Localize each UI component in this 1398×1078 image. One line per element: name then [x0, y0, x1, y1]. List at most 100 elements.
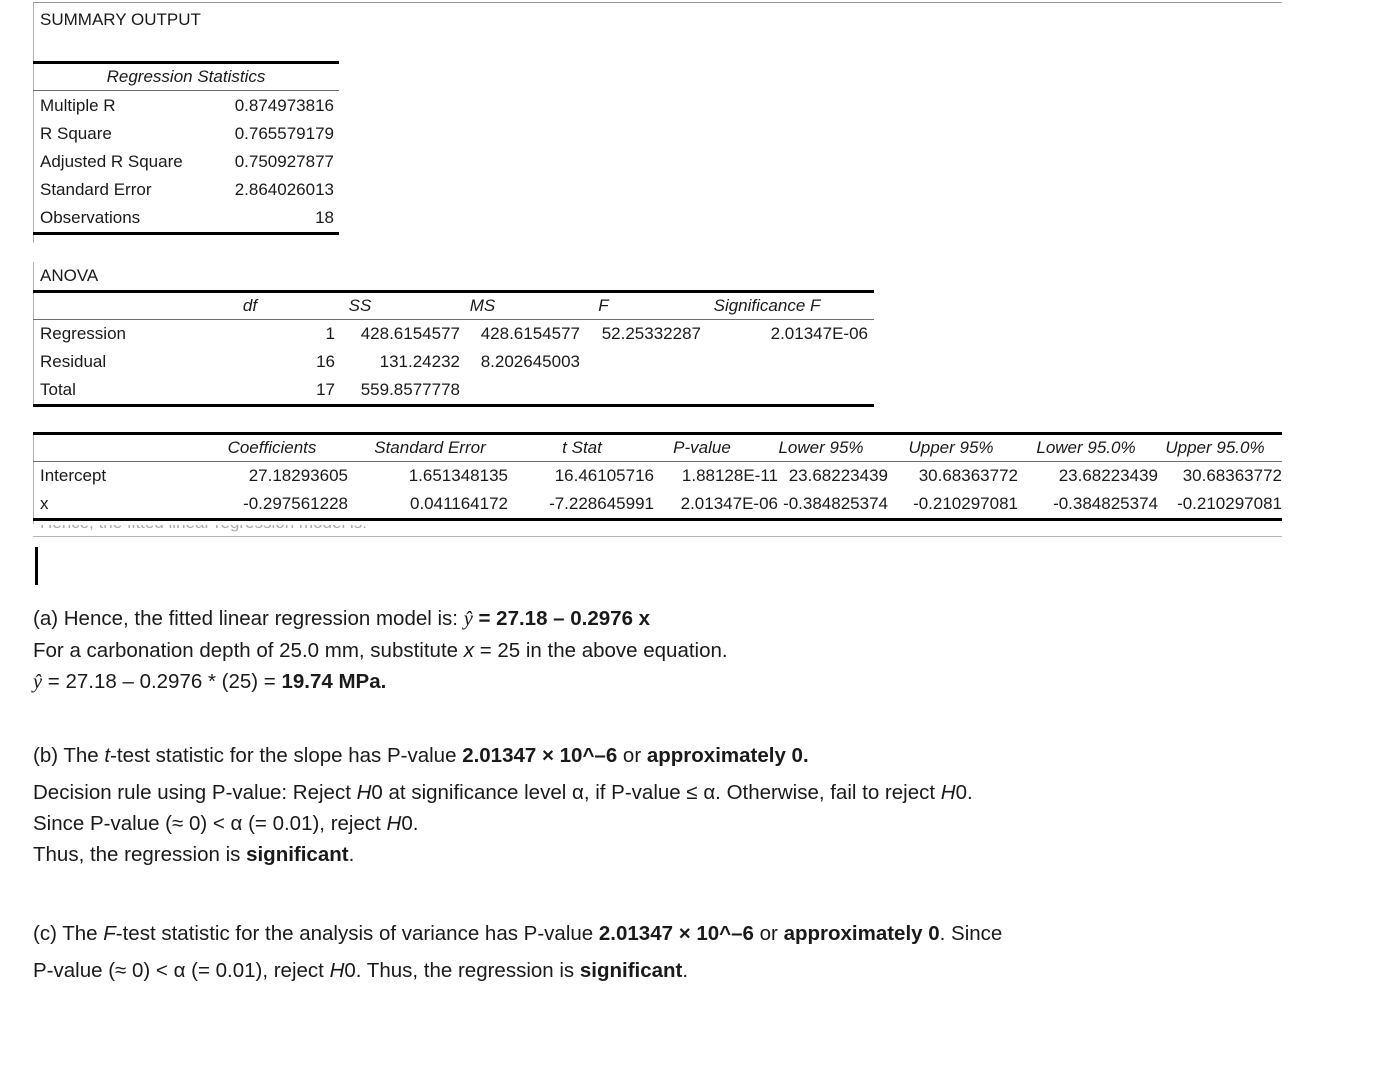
- part-b-line-4: Thus, the regression is significant.: [33, 839, 1323, 870]
- part-b-line-2-middle: at significance level α, if P-value ≤ α.…: [382, 781, 941, 804]
- part-a-line-2-variable: x: [463, 639, 474, 662]
- regstats-header-rule: [33, 90, 339, 91]
- regstats-header: Regression Statistics: [106, 67, 266, 86]
- anova-ms-residual: 8.202645003: [480, 352, 580, 371]
- part-c-approximately-zero: approximately 0: [783, 922, 940, 945]
- part-b-line-3: Since P-value (≈ 0) < α (= 0.01), reject…: [33, 808, 1323, 839]
- answer-part-b: (b) The t-test statistic for the slope h…: [33, 740, 1323, 870]
- regstats-bottom-rule: [33, 232, 339, 235]
- part-a-line-3: ŷ = 27.18 – 0.2976 * (25) = 19.74 MPa.: [33, 666, 1323, 698]
- part-a-line-2-prefix: For a carbonation depth of 25.0 mm, subs…: [33, 639, 464, 662]
- part-b-line-1-prefix: (b) The: [33, 744, 105, 767]
- part-b-line-4-end: .: [348, 843, 355, 866]
- part-c-line-1-middle: -test statistic for the analysis of vari…: [115, 922, 599, 945]
- part-b-p-value: 2.01347 × 10^–6: [462, 744, 618, 767]
- anova-column-ss: SS: [348, 296, 372, 315]
- part-c-f-symbol: F: [103, 922, 116, 945]
- part-b-line-2: Decision rule using P-value: Reject H0 a…: [33, 777, 1323, 808]
- coefficients-header-rule: [33, 461, 1282, 462]
- coefficients-column-lower-95: Lower 95%: [778, 438, 864, 457]
- coefficients-value-x-upper-95: -0.210297081: [913, 494, 1018, 513]
- sheet-left-border-anova: [33, 262, 34, 407]
- sheet-left-border-summary: [33, 3, 34, 243]
- anova-top-rule: [33, 290, 874, 293]
- anova-row-label-total: Total: [40, 380, 76, 399]
- part-c-h0-subscript: 0: [344, 959, 356, 982]
- anova-column-significance-f: Significance F: [713, 296, 821, 315]
- anova-row-label-regression: Regression: [40, 324, 126, 343]
- anova-ss-total: 559.8577778: [360, 380, 460, 399]
- coefficients-value-x-lower-95: -0.384825374: [783, 494, 888, 513]
- coefficients-column-lower-95-0: Lower 95.0%: [1036, 438, 1136, 457]
- part-b-line-3-h0: H: [386, 812, 402, 835]
- part-a-yhat-symbol: ŷ: [463, 608, 473, 630]
- regstats-label-observations: Observations: [40, 208, 141, 227]
- anova-row-label-residual: Residual: [40, 352, 107, 371]
- part-a-line-2: For a carbonation depth of 25.0 mm, subs…: [33, 635, 1323, 666]
- coefficients-value-x-upper-95-0: -0.210297081: [1177, 494, 1282, 513]
- coefficients-column-upper-95-0: Upper 95.0%: [1165, 438, 1265, 457]
- part-b-h0-a: H: [356, 781, 372, 804]
- coefficients-value-intercept-lower-95: 23.68223439: [788, 466, 888, 485]
- part-c-line-1: (c) The F-test statistic for the analysi…: [33, 918, 1323, 949]
- answers-body: (a) Hence, the fitted linear regression …: [33, 603, 1323, 986]
- regstats-label-r-square: R Square: [40, 124, 112, 143]
- part-a-line-3-calculation: = 27.18 – 0.2976 * (25) =: [42, 670, 282, 693]
- part-c-p-value: 2.01347 × 10^–6: [598, 922, 754, 945]
- coefficients-top-rule: [33, 432, 1282, 435]
- regstats-value-standard-error: 2.864026013: [234, 180, 334, 199]
- part-a-line-2-suffix: = 25 in the above equation.: [474, 639, 728, 662]
- regstats-label-multiple-r: Multiple R: [40, 96, 116, 115]
- part-b-line-2-prefix: Decision rule using P-value: Reject: [33, 781, 357, 804]
- coefficients-row-label-intercept: Intercept: [40, 466, 107, 485]
- anova-column-df: df: [242, 296, 258, 315]
- part-b-significant: significant: [246, 843, 349, 866]
- regstats-value-multiple-r: 0.874973816: [234, 96, 334, 115]
- part-c-line-2: P-value (≈ 0) < α (= 0.01), reject H0. T…: [33, 955, 1323, 986]
- part-c-line-2-middle: . Thus, the regression is: [355, 959, 580, 982]
- coefficients-value-intercept-standard-error: 1.651348135: [408, 466, 508, 485]
- part-a-result: 19.74 MPa.: [281, 670, 387, 693]
- regstats-value-observations: 18: [315, 208, 334, 227]
- part-b-line-1-or: or: [617, 744, 647, 767]
- part-c-h0: H: [329, 959, 345, 982]
- anova-title: ANOVA: [40, 266, 99, 285]
- part-b-line-1: (b) The t-test statistic for the slope h…: [33, 740, 1323, 771]
- coefficients-column-upper-95: Upper 95%: [908, 438, 994, 457]
- part-b-line-3-h0-subscript: 0: [401, 812, 413, 835]
- part-b-h0-b: H: [940, 781, 956, 804]
- part-c-line-1-prefix: (c) The: [33, 922, 104, 945]
- summary-output-title: SUMMARY OUTPUT: [40, 10, 201, 29]
- coefficients-value-x-lower-95-0: -0.384825374: [1053, 494, 1158, 513]
- part-b-line-1-middle: -test statistic for the slope has P-valu…: [110, 744, 463, 767]
- anova-column-f: F: [598, 296, 609, 315]
- anova-significance-f-regression: 2.01347E-06: [770, 324, 868, 343]
- excel-image-top-rule: [33, 2, 1282, 3]
- anova-column-ms: MS: [469, 296, 496, 315]
- part-b-line-2-end: .: [966, 781, 973, 804]
- clipped-partial-text: Hence, the fitted linear regression mode…: [40, 525, 740, 534]
- answer-part-a: (a) Hence, the fitted linear regression …: [33, 603, 1323, 698]
- regstats-value-adjusted-r-square: 0.750927877: [234, 152, 334, 171]
- part-a-line-1-prefix: (a) Hence, the fitted linear regression …: [33, 607, 464, 630]
- coefficients-column-standard-error: Standard Error: [374, 438, 486, 457]
- coefficients-bottom-rule: [33, 518, 1282, 521]
- spacer-b-to-c: [33, 870, 1323, 912]
- regstats-label-standard-error: Standard Error: [40, 180, 152, 199]
- part-b-h0-a-subscript: 0: [371, 781, 383, 804]
- excel-summary-output-block: SUMMARY OUTPUT Regression Statistics Mul…: [0, 0, 1398, 540]
- coefficients-value-intercept-coefficient: 27.18293605: [248, 466, 348, 485]
- part-b-h0-b-subscript: 0: [955, 781, 967, 804]
- regstats-value-r-square: 0.765579179: [234, 124, 334, 143]
- part-c-line-1-or: or: [753, 922, 784, 945]
- part-c-line-2-prefix: P-value (≈ 0) < α (= 0.01), reject: [33, 959, 330, 982]
- coefficients-value-x-coefficient: -0.297561228: [243, 494, 348, 513]
- part-b-approximately-zero: approximately 0.: [646, 744, 809, 767]
- coefficients-value-x-standard-error: 0.041164172: [409, 494, 508, 513]
- coefficients-column-coefficients: Coefficients: [227, 438, 317, 457]
- spacer-a-to-b: [33, 698, 1323, 740]
- text-cursor-caret: [35, 547, 38, 585]
- part-b-line-4-prefix: Thus, the regression is: [33, 843, 247, 866]
- part-b-line-3-prefix: Since P-value (≈ 0) < α (= 0.01), reject: [33, 812, 387, 835]
- part-a-line-3-yhat-symbol: ŷ: [33, 671, 43, 693]
